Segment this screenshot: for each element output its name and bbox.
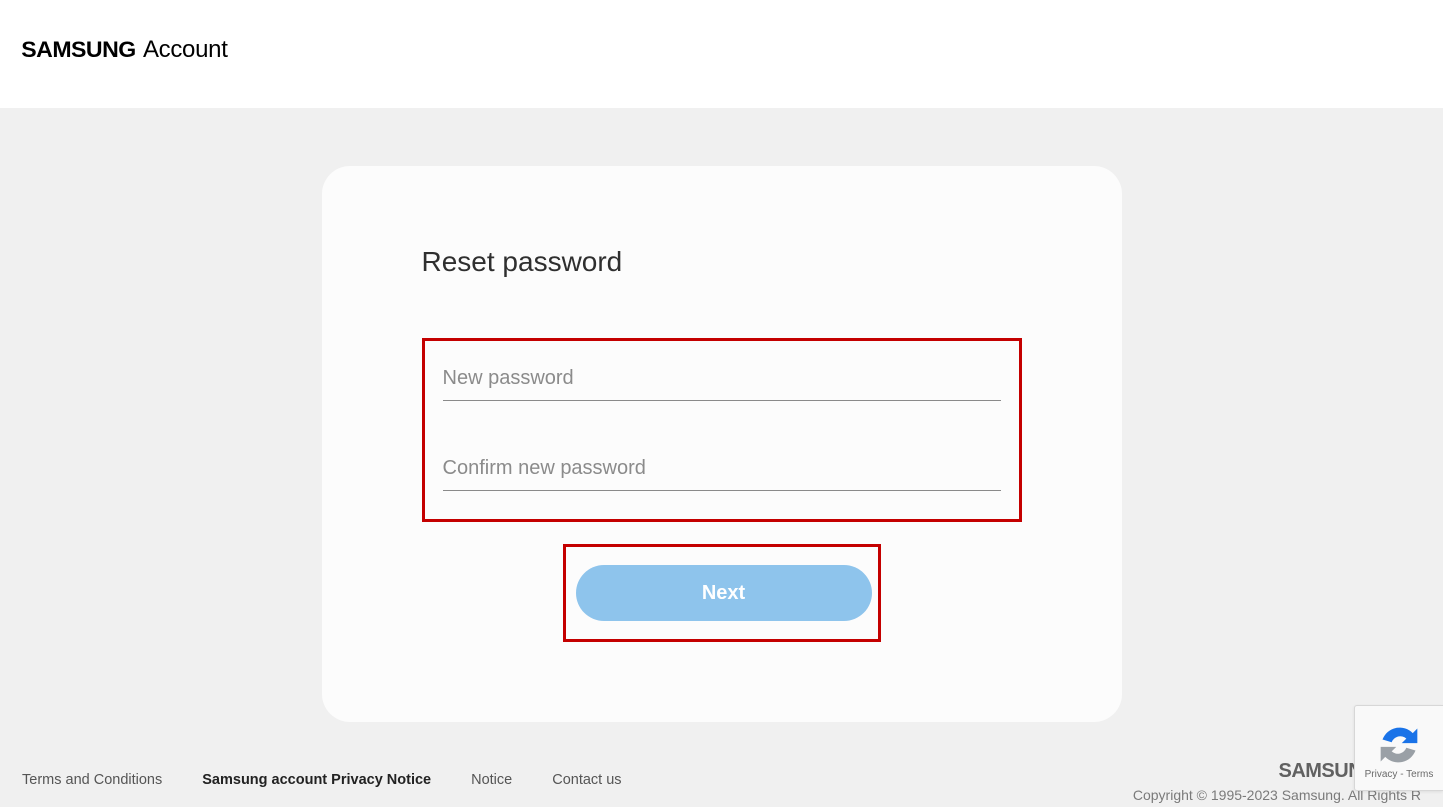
footer: Terms and Conditions Samsung account Pri…	[0, 752, 1443, 807]
recaptcha-badge[interactable]: Privacy - Terms	[1354, 705, 1443, 791]
recaptcha-icon	[1377, 723, 1421, 767]
reset-password-card: Reset password Next	[322, 166, 1122, 722]
logo[interactable]: SAMSUNG Account	[24, 36, 1419, 64]
recaptcha-separator: -	[1397, 769, 1406, 780]
confirm-password-input[interactable]	[443, 449, 1001, 491]
recaptcha-privacy-link[interactable]: Privacy	[1365, 769, 1398, 780]
recaptcha-links: Privacy - Terms	[1365, 769, 1434, 780]
brand-text: SAMSUNG	[21, 37, 135, 63]
header: SAMSUNG Account	[0, 0, 1443, 108]
new-password-row	[443, 359, 1001, 401]
inputs-highlight-box	[422, 338, 1022, 522]
footer-links: Terms and Conditions Samsung account Pri…	[22, 772, 622, 788]
button-highlight-box: Next	[563, 544, 881, 642]
footer-link-notice[interactable]: Notice	[471, 772, 512, 788]
main-background: Reset password Next	[0, 108, 1443, 807]
confirm-password-row	[443, 449, 1001, 491]
new-password-input[interactable]	[443, 359, 1001, 401]
page-title: Reset password	[422, 246, 1022, 278]
product-text: Account	[143, 36, 228, 64]
next-button[interactable]: Next	[576, 565, 872, 621]
footer-link-privacy[interactable]: Samsung account Privacy Notice	[202, 772, 431, 788]
footer-link-terms[interactable]: Terms and Conditions	[22, 772, 162, 788]
footer-link-contact[interactable]: Contact us	[552, 772, 621, 788]
recaptcha-terms-link[interactable]: Terms	[1406, 769, 1433, 780]
